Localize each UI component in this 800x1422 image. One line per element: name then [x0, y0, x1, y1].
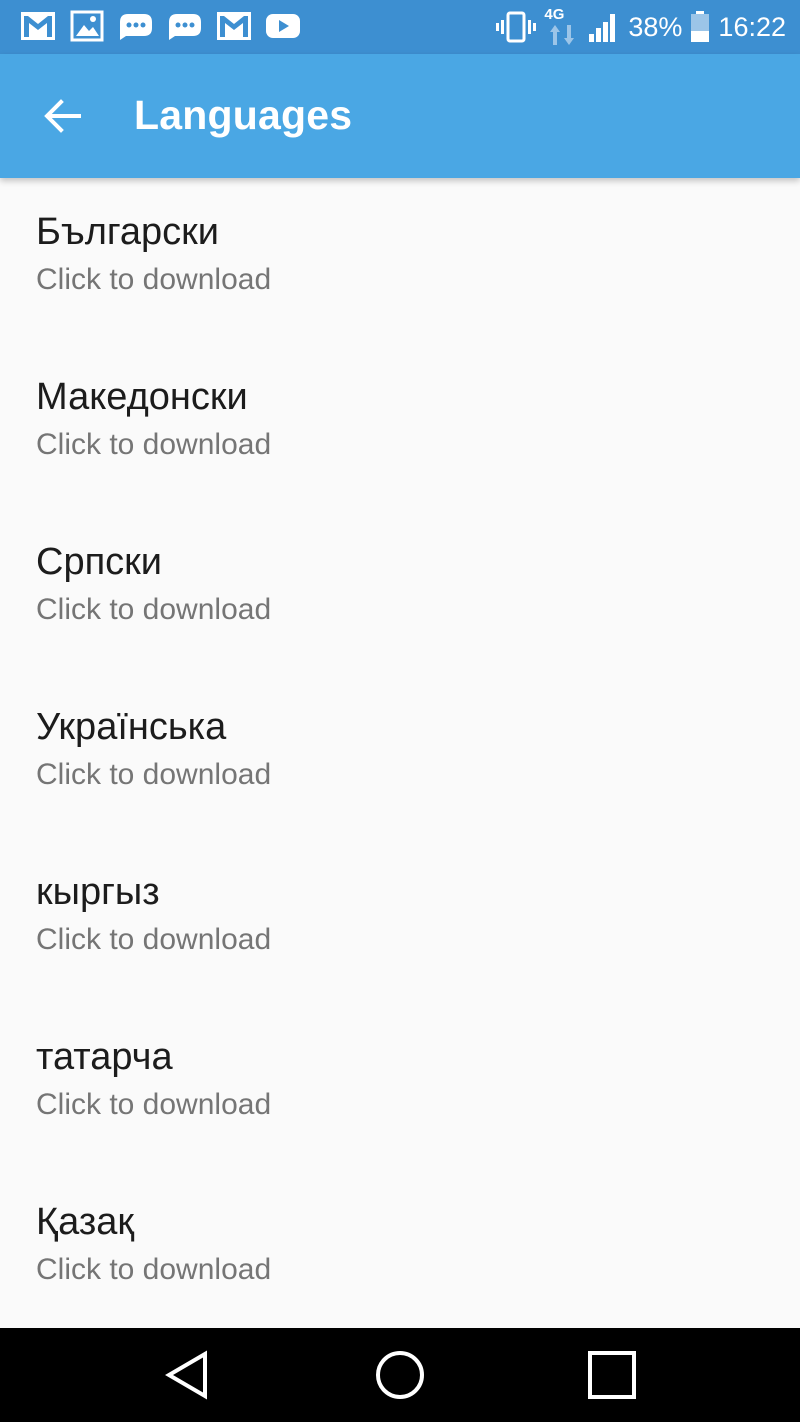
download-status: Click to download: [36, 923, 272, 956]
nav-recents-button[interactable]: [582, 1345, 642, 1405]
recents-icon: [588, 1351, 636, 1399]
back-icon: [165, 1350, 207, 1400]
language-item-bulgarian[interactable]: Български Click to download: [0, 178, 800, 343]
language-item-serbian[interactable]: Српски Click to download: [0, 508, 800, 673]
language-item-ukrainian[interactable]: Українська Click to download: [0, 673, 800, 838]
language-list: Български Click to download Македонски C…: [0, 178, 800, 1328]
nav-back-button[interactable]: [158, 1345, 218, 1405]
language-name: Български: [36, 211, 220, 253]
network-indicator: 4G: [544, 7, 580, 47]
vibrate-icon: [496, 11, 537, 43]
notification-icons: [20, 10, 301, 42]
status-indicators: 4G 38% 16:22: [496, 0, 786, 54]
language-item-kazakh[interactable]: Қазақ Click to download: [0, 1168, 800, 1328]
gmail-icon: [217, 12, 251, 40]
chat-bubble-icon: [120, 14, 152, 40]
language-name: Македонски: [36, 376, 248, 418]
download-status: Click to download: [36, 758, 272, 791]
language-name: кыргыз: [36, 871, 160, 913]
network-label: 4G: [544, 6, 565, 23]
language-name: татарча: [36, 1036, 173, 1078]
download-status: Click to download: [36, 593, 272, 626]
data-arrows-icon: [550, 25, 575, 45]
language-name: Қазақ: [36, 1201, 135, 1243]
gmail-icon: [21, 12, 55, 40]
chat-bubble-icon: [169, 14, 201, 40]
page-title: Languages: [134, 92, 353, 138]
language-name: Українська: [36, 706, 227, 748]
home-icon: [376, 1351, 424, 1399]
app-bar: Languages: [0, 54, 800, 178]
download-status: Click to download: [36, 263, 272, 296]
language-item-kyrgyz[interactable]: кыргыз Click to download: [0, 838, 800, 1003]
nav-home-button[interactable]: [370, 1345, 430, 1405]
gallery-icon: [70, 10, 104, 42]
language-item-macedonian[interactable]: Македонски Click to download: [0, 343, 800, 508]
back-button[interactable]: [24, 78, 100, 154]
clock: 16:22: [718, 11, 786, 42]
battery-icon: [691, 11, 710, 42]
signal-icon: [589, 14, 616, 42]
status-bar: 4G 38% 16:22: [0, 0, 800, 54]
youtube-icon: [266, 14, 300, 38]
download-status: Click to download: [36, 1253, 272, 1286]
navigation-bar: [0, 1328, 800, 1422]
language-name: Српски: [36, 541, 163, 583]
download-status: Click to download: [36, 1088, 272, 1121]
battery-percent: 38%: [628, 11, 683, 42]
arrow-back-icon: [44, 99, 81, 133]
download-status: Click to download: [36, 428, 272, 461]
language-item-tatar[interactable]: татарча Click to download: [0, 1003, 800, 1168]
